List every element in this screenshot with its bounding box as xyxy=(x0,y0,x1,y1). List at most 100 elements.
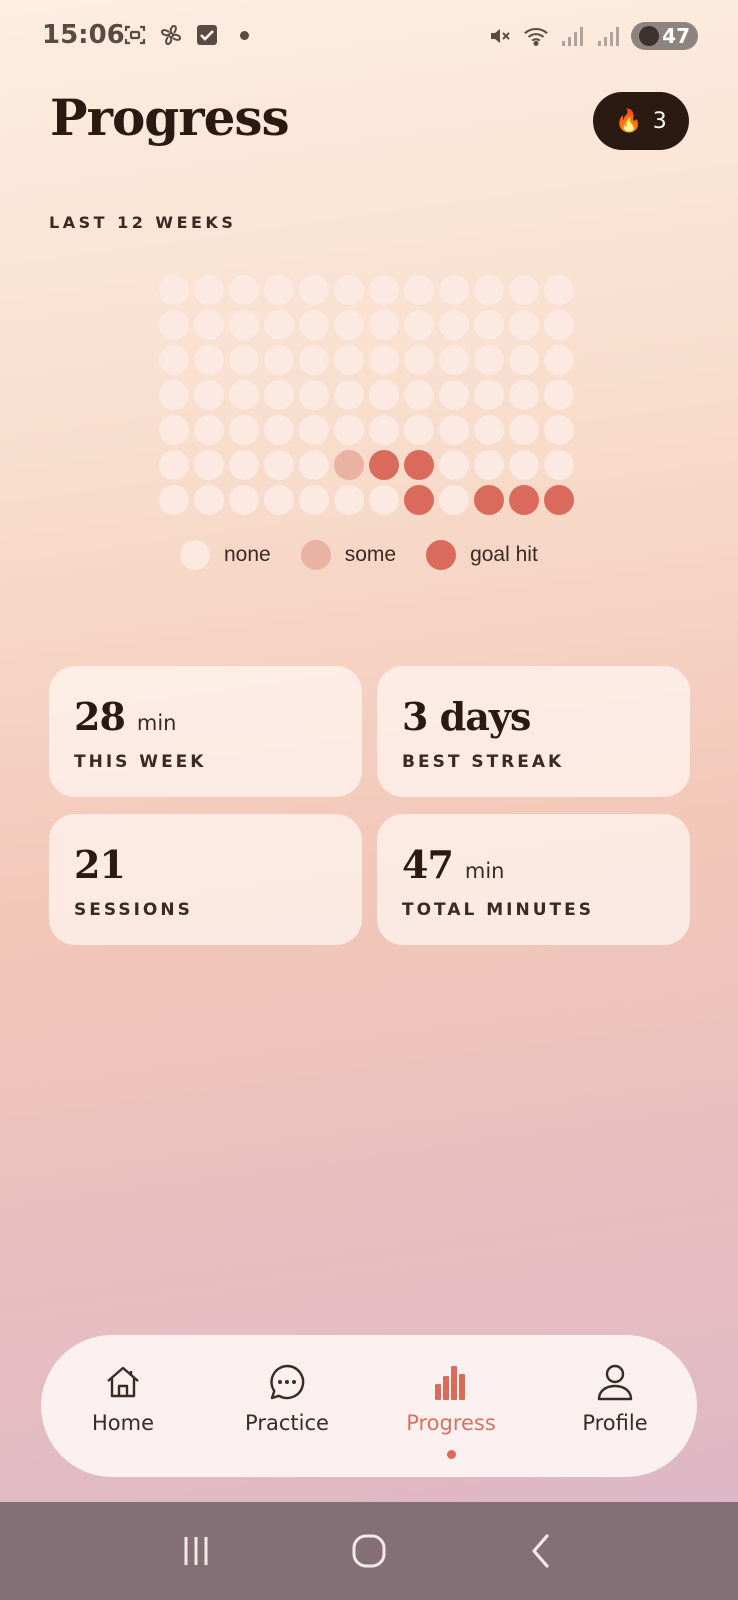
stat-value: 3 days xyxy=(402,694,531,739)
heatmap-cell xyxy=(194,415,224,445)
heatmap-cell xyxy=(439,380,469,410)
bottom-nav: Home Practice Progress Profile xyxy=(41,1335,697,1477)
nav-item-profile[interactable]: Profile xyxy=(533,1335,697,1477)
bar-chart-icon xyxy=(430,1361,472,1403)
legend-swatch-none xyxy=(180,540,210,570)
checkbox-icon xyxy=(194,22,220,48)
legend-swatch-some xyxy=(300,540,331,570)
heatmap-cell xyxy=(334,380,364,410)
heatmap-cell xyxy=(229,450,259,480)
status-icons-right: 47 xyxy=(487,22,698,50)
heatmap-cell xyxy=(509,310,539,340)
home-circle-icon[interactable] xyxy=(339,1521,399,1581)
heatmap-cell xyxy=(369,415,399,445)
heatmap-cell xyxy=(334,310,364,340)
stat-unit: min xyxy=(464,859,505,883)
heatmap-cell xyxy=(334,450,364,480)
heatmap-cell xyxy=(439,310,469,340)
heatmap-cell xyxy=(159,415,189,445)
recent-apps-icon[interactable] xyxy=(166,1521,226,1581)
nav-item-practice[interactable]: Practice xyxy=(205,1335,369,1477)
mute-icon xyxy=(487,23,513,49)
heatmap-cell xyxy=(404,450,434,480)
heatmap-cell xyxy=(404,345,434,375)
legend-label: some xyxy=(344,543,397,566)
signal-icon xyxy=(559,23,585,49)
heatmap-cell xyxy=(544,415,574,445)
heatmap-cell xyxy=(334,275,364,305)
status-time: 15:06 xyxy=(42,20,125,50)
heatmap-cell xyxy=(334,415,364,445)
stat-card-sessions: 21 SESSIONS xyxy=(49,814,362,945)
nav-item-progress[interactable]: Progress xyxy=(369,1335,533,1477)
nav-label: Profile xyxy=(582,1411,648,1435)
heatmap-cell xyxy=(509,450,539,480)
battery-indicator: 47 xyxy=(631,22,698,50)
stat-unit: min xyxy=(136,711,177,735)
status-icons-left xyxy=(122,22,249,48)
nav-label: Practice xyxy=(245,1411,329,1435)
heatmap-cell xyxy=(229,485,259,515)
heatmap-cell xyxy=(404,380,434,410)
heatmap-cell xyxy=(299,345,329,375)
heatmap-cell xyxy=(299,275,329,305)
heatmap-cell xyxy=(439,275,469,305)
heatmap-cell xyxy=(544,275,574,305)
nav-item-home[interactable]: Home xyxy=(41,1335,205,1477)
back-icon[interactable] xyxy=(512,1521,572,1581)
heatmap-cell xyxy=(264,450,294,480)
signal-roaming-icon xyxy=(595,23,621,49)
nav-label: Progress xyxy=(406,1411,496,1435)
heatmap-cell xyxy=(159,275,189,305)
heatmap-cell xyxy=(369,380,399,410)
activity-heatmap xyxy=(159,275,576,515)
heatmap-cell xyxy=(439,415,469,445)
chat-bubble-icon xyxy=(266,1361,308,1403)
heatmap-section-label: LAST 12 WEEKS xyxy=(49,213,237,232)
heatmap-cell xyxy=(194,345,224,375)
heatmap-cell xyxy=(264,415,294,445)
legend-label: none xyxy=(224,543,271,566)
nav-label: Home xyxy=(91,1411,154,1435)
screenshot-icon xyxy=(122,22,148,48)
heatmap-cell xyxy=(404,310,434,340)
heatmap-cell xyxy=(474,485,504,515)
heatmap-cell xyxy=(509,275,539,305)
streak-badge[interactable]: 🔥 3 xyxy=(593,92,689,150)
heatmap-cell xyxy=(299,310,329,340)
heatmap-cell xyxy=(439,450,469,480)
heatmap-cell xyxy=(194,380,224,410)
heatmap-cell xyxy=(404,275,434,305)
status-bar: 15:06 47 xyxy=(0,0,738,76)
heatmap-cell xyxy=(474,345,504,375)
heatmap-cell xyxy=(474,380,504,410)
fan-icon xyxy=(158,22,184,48)
heatmap-cell xyxy=(159,345,189,375)
heatmap-cell xyxy=(369,485,399,515)
heatmap-cell xyxy=(194,310,224,340)
heatmap-cell xyxy=(194,275,224,305)
heatmap-cell xyxy=(544,450,574,480)
heatmap-cell xyxy=(404,485,434,515)
heatmap-cell xyxy=(544,485,574,515)
page-title: Progress xyxy=(50,88,290,147)
heatmap-cell xyxy=(229,345,259,375)
heatmap-cell xyxy=(194,450,224,480)
legend-swatch-goal-hit xyxy=(426,540,457,570)
heatmap-cell xyxy=(299,485,329,515)
legend-label: goal hit xyxy=(470,543,538,566)
stat-label: THIS WEEK xyxy=(74,752,207,772)
stat-card-best-streak: 3 days BEST STREAK xyxy=(377,666,690,797)
battery-saver-icon xyxy=(639,26,660,46)
heatmap-cell xyxy=(509,485,539,515)
heatmap-cell xyxy=(299,380,329,410)
flame-icon: 🔥 xyxy=(615,108,643,134)
heatmap-cell xyxy=(159,310,189,340)
heatmap-cell xyxy=(159,380,189,410)
stat-value: 28 xyxy=(74,694,126,739)
heatmap-cell xyxy=(264,345,294,375)
heatmap-cell xyxy=(509,415,539,445)
stat-label: TOTAL MINUTES xyxy=(402,900,594,920)
heatmap-cell xyxy=(299,450,329,480)
heatmap-cell xyxy=(334,485,364,515)
